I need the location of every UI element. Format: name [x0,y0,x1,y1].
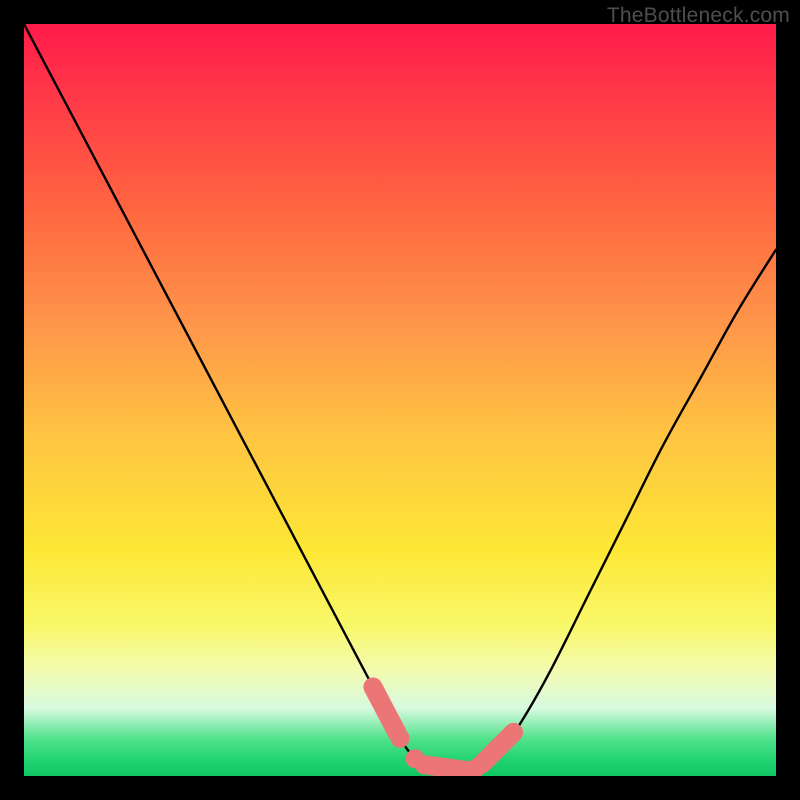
curve-marker-capsule [373,687,397,733]
bottleneck-curve [24,24,776,772]
curve-marker-capsule [424,765,465,771]
curve-layer [24,24,776,772]
chart-plot-area [24,24,776,776]
chart-svg [24,24,776,776]
marker-layer [373,687,514,776]
curve-marker-dot [391,729,410,748]
curve-marker-capsule [482,732,514,764]
chart-frame: TheBottleneck.com [0,0,800,800]
watermark-text: TheBottleneck.com [607,4,790,28]
